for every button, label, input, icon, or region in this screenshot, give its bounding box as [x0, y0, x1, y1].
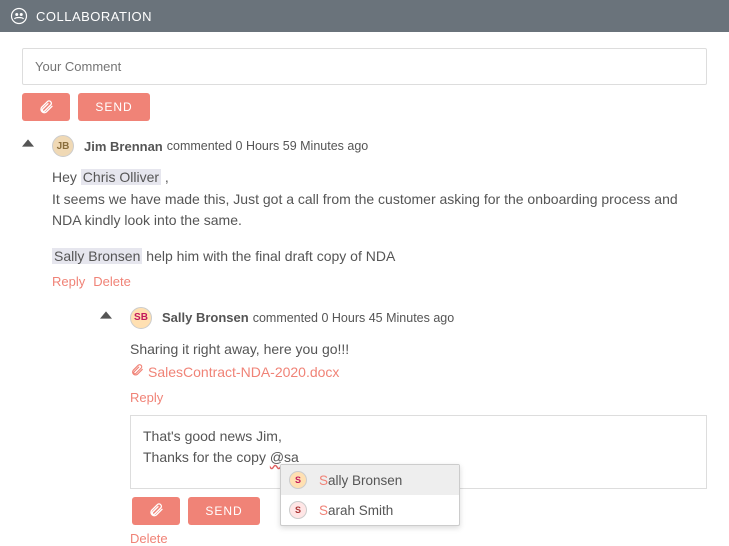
- people-icon: [10, 7, 28, 25]
- mention-typing: @sa: [270, 449, 299, 465]
- attachment-filename: SalesContract-NDA-2020.docx: [148, 362, 339, 384]
- editor-text: Thanks for the copy: [143, 449, 270, 465]
- avatar: S: [289, 471, 307, 489]
- comment-text: help him with the final draft copy of ND…: [142, 248, 395, 264]
- avatar: S: [289, 501, 307, 519]
- comment-meta: commented 0 Hours 59 Minutes ago: [167, 139, 369, 153]
- avatar: JB: [52, 135, 74, 157]
- attach-button[interactable]: [22, 93, 70, 121]
- comment-text: Hey: [52, 169, 81, 185]
- suggest-label: arah Smith: [328, 503, 393, 518]
- mention[interactable]: Chris Olliver: [81, 169, 161, 185]
- paperclip-icon: [38, 99, 54, 115]
- send-button[interactable]: SEND: [78, 93, 150, 121]
- comment-text: It seems we have made this, Just got a c…: [52, 189, 707, 232]
- reply-link[interactable]: Reply: [52, 274, 85, 289]
- suggest-highlight: S: [319, 473, 328, 488]
- editor-text: That's good news Jim,: [143, 426, 694, 447]
- paperclip-icon: [148, 502, 164, 521]
- delete-link[interactable]: Delete: [93, 274, 131, 289]
- collapse-icon[interactable]: [100, 309, 112, 324]
- attach-button[interactable]: [132, 497, 180, 525]
- comment-text: Sharing it right away, here you go!!!: [130, 339, 707, 361]
- comment-body: Hey Chris Olliver , It seems we have mad…: [52, 167, 707, 268]
- avatar: SB: [130, 307, 152, 329]
- mention-suggest-item[interactable]: S Sarah Smith: [281, 495, 459, 525]
- suggest-label: ally Bronsen: [328, 473, 402, 488]
- panel-title: COLLABORATION: [36, 9, 152, 24]
- delete-link[interactable]: Delete: [130, 531, 168, 546]
- comment-input[interactable]: [22, 48, 707, 85]
- paperclip-icon: [130, 362, 144, 384]
- comment-body: Sharing it right away, here you go!!! Sa…: [130, 339, 707, 384]
- panel-header: COLLABORATION: [0, 0, 729, 32]
- comment-author[interactable]: Jim Brennan: [84, 139, 163, 154]
- comment-author[interactable]: Sally Bronsen: [162, 310, 249, 325]
- send-button[interactable]: SEND: [188, 497, 260, 525]
- reply-link[interactable]: Reply: [130, 390, 163, 405]
- mention[interactable]: Sally Bronsen: [52, 248, 142, 264]
- mention-suggest-item[interactable]: S Sally Bronsen: [281, 465, 459, 495]
- attachment-link[interactable]: SalesContract-NDA-2020.docx: [130, 362, 707, 384]
- suggest-highlight: S: [319, 503, 328, 518]
- comment-text: ,: [161, 169, 169, 185]
- mention-suggest-popup: S Sally Bronsen S Sarah Smith: [280, 464, 460, 526]
- collapse-icon[interactable]: [22, 137, 34, 152]
- comment-meta: commented 0 Hours 45 Minutes ago: [253, 311, 455, 325]
